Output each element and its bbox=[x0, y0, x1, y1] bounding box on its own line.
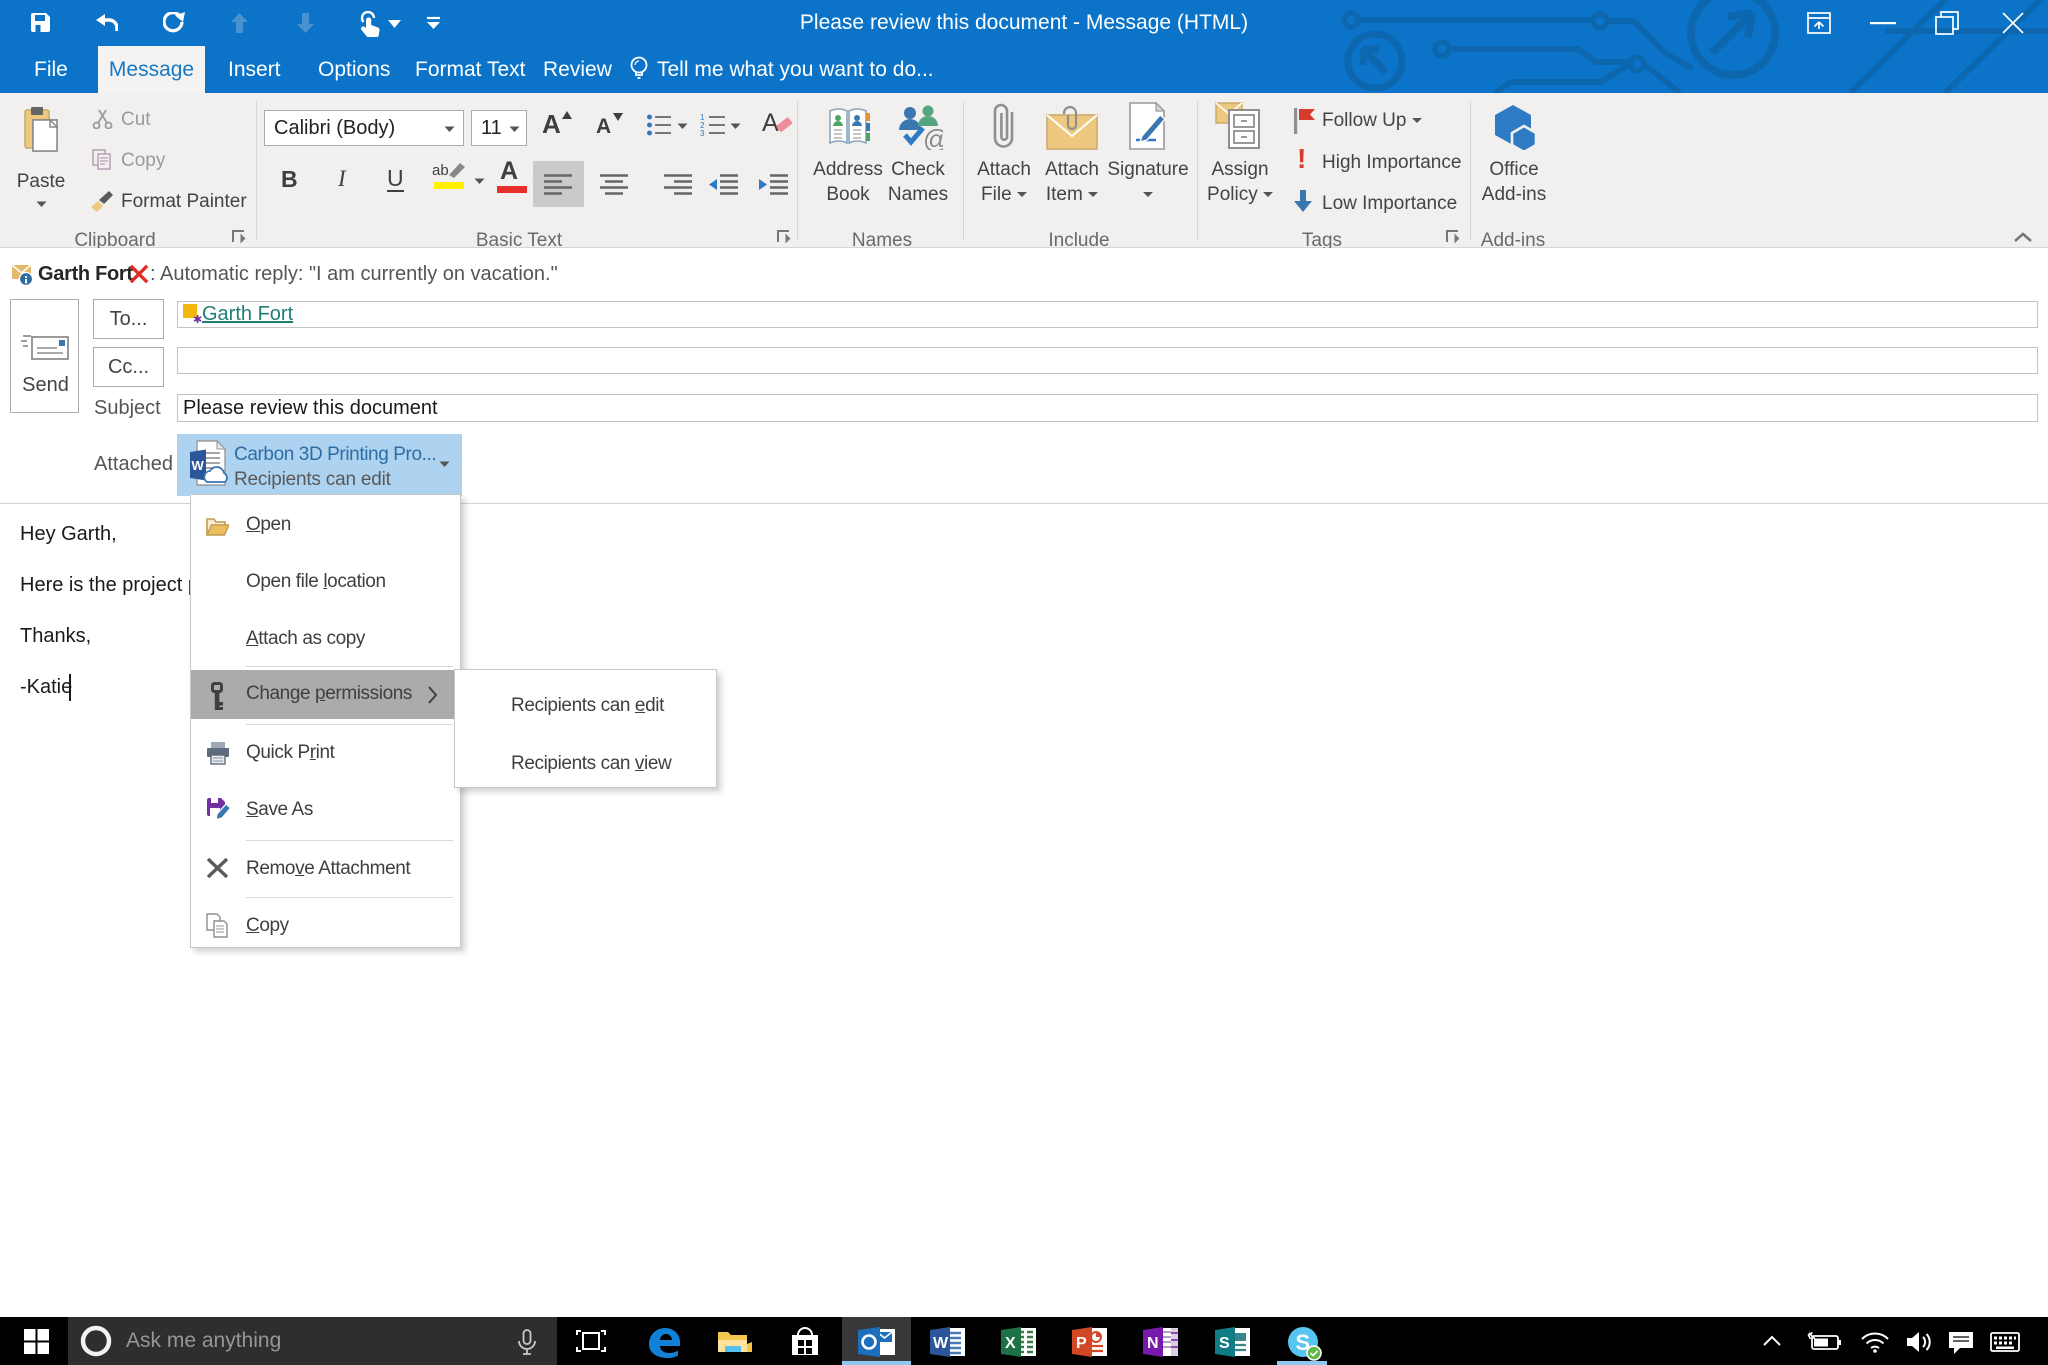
svg-text:@: @ bbox=[923, 124, 943, 150]
svg-text:N: N bbox=[1147, 1335, 1159, 1352]
svg-text:3: 3 bbox=[700, 129, 705, 137]
svg-text:ab: ab bbox=[432, 162, 449, 179]
svg-text:S: S bbox=[1219, 1335, 1230, 1352]
svg-text:X: X bbox=[1005, 1335, 1016, 1352]
svg-text:W: W bbox=[192, 458, 205, 473]
svg-text:W: W bbox=[933, 1335, 949, 1352]
svg-text:P: P bbox=[1076, 1335, 1087, 1352]
